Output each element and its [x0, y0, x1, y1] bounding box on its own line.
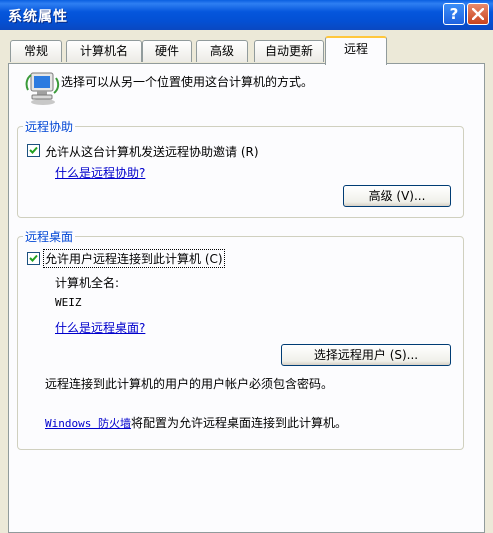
tab-advanced[interactable]: 高级 [196, 40, 248, 62]
remote-tab-panel: 选择可以从另一个位置使用这台计算机的方式。 远程协助 允许从这台计算机发送远程协… [8, 63, 485, 533]
title-bar: 系统属性 ? [0, 0, 493, 30]
close-icon [472, 8, 484, 20]
firewall-note-line: Windows 防火墙将配置为允许远程桌面连接到此计算机。 [45, 414, 347, 431]
window-title: 系统属性 [8, 9, 68, 25]
help-button[interactable]: ? [443, 3, 465, 25]
what-is-remote-desktop-link[interactable]: 什么是远程桌面? [55, 319, 145, 336]
computer-name-label: 计算机全名: [55, 276, 120, 290]
tab-automatic-updates[interactable]: 自动更新 [254, 40, 324, 62]
help-icon: ? [449, 5, 459, 23]
tab-hardware[interactable]: 硬件 [142, 40, 192, 62]
tab-general[interactable]: 常规 [10, 40, 62, 62]
computer-remote-icon [25, 70, 61, 106]
advanced-button[interactable]: 高级 (V)... [343, 185, 451, 207]
remote-desktop-checkbox[interactable] [27, 252, 40, 265]
windows-firewall-link[interactable]: Windows 防火墙 [45, 417, 131, 430]
remote-desktop-title: 远程桌面 [23, 228, 76, 245]
tab-computer-name[interactable]: 计算机名 [66, 40, 142, 62]
remote-desktop-checkbox-label[interactable]: 允许用户远程连接到此计算机 (C) [43, 249, 225, 268]
check-icon [29, 146, 38, 154]
select-remote-users-button[interactable]: 选择远程用户 (S)... [281, 344, 451, 366]
tab-strip: 常规 计算机名 硬件 高级 自动更新 远程 [0, 36, 493, 65]
remote-assistance-title: 远程协助 [23, 118, 76, 135]
password-note: 远程连接到此计算机的用户的用户帐户必须包含密码。 [45, 377, 334, 391]
remote-assistance-checkbox[interactable] [27, 144, 40, 157]
tab-remote[interactable]: 远程 [325, 36, 387, 65]
computer-name-value: WEIZ [55, 296, 82, 309]
firewall-note: 将配置为允许远程桌面连接到此计算机。 [130, 416, 347, 430]
what-is-remote-assistance-link[interactable]: 什么是远程协助? [55, 164, 145, 181]
intro-text: 选择可以从另一个位置使用这台计算机的方式。 [61, 75, 314, 89]
close-button[interactable] [467, 3, 489, 25]
check-icon [29, 254, 38, 262]
remote-assistance-checkbox-label[interactable]: 允许从这台计算机发送远程协助邀请 (R) [45, 143, 259, 160]
